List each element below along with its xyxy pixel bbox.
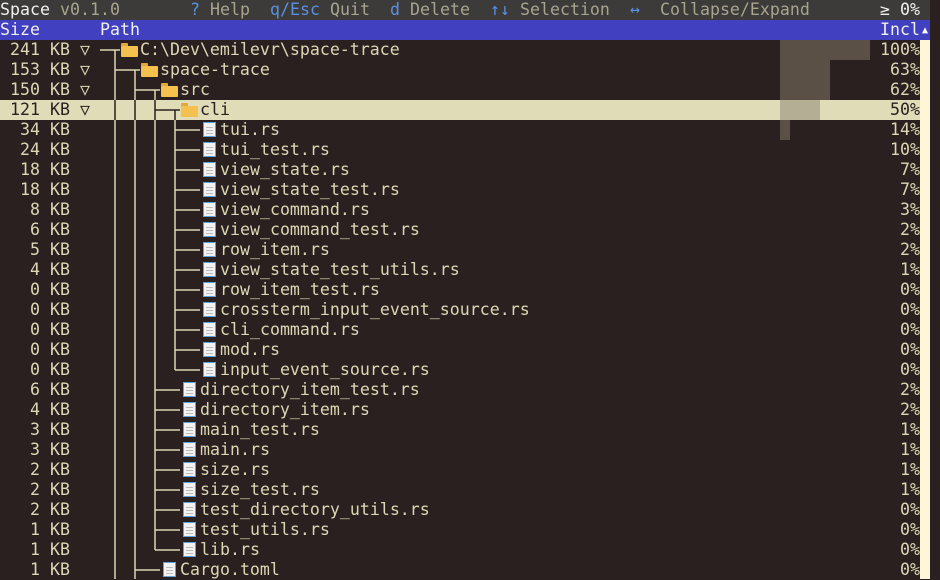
tree-lines [100,49,200,579]
